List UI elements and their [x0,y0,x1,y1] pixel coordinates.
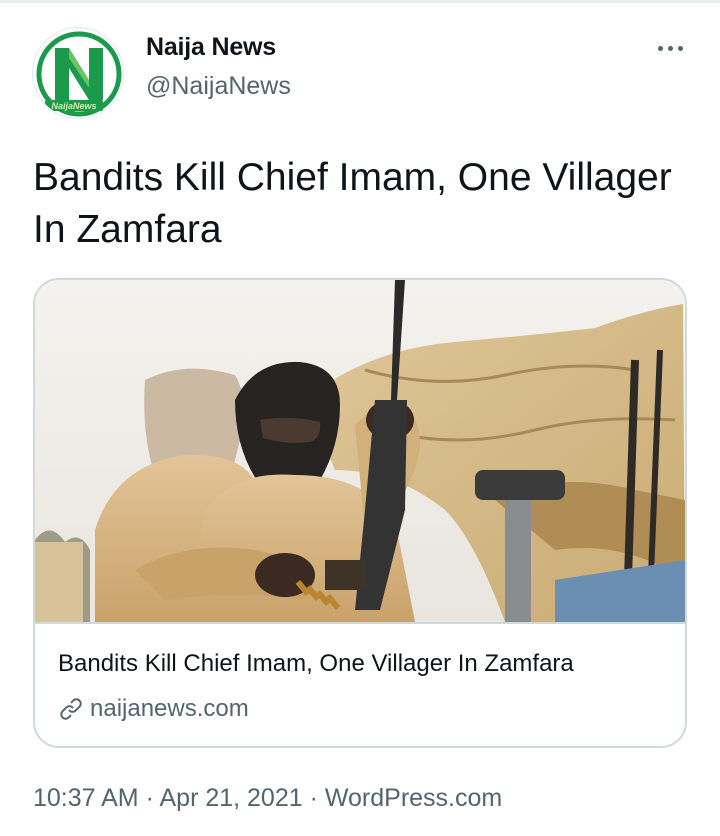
svg-text:NaijaNews: NaijaNews [51,101,96,111]
tweet-source-link[interactable]: WordPress.com [325,784,502,812]
card-domain-row[interactable]: naijanews.com [58,694,249,724]
card-divider [35,622,685,624]
tweet-date[interactable]: Apr 21, 2021 [159,784,302,812]
more-options-button[interactable] [648,34,692,62]
link-icon [60,698,82,720]
avatar[interactable]: NaijaNews [32,27,124,119]
card-domain: naijanews.com [90,695,249,722]
meta-separator: · [302,784,325,812]
top-divider [0,0,720,3]
tweet-meta: 10:37 AM · Apr 21, 2021 · WordPress.com [33,784,502,813]
more-dot-icon [657,45,663,51]
more-dot-icon [677,45,683,51]
naija-news-logo-icon: NaijaNews [33,28,123,118]
tweet-text: Bandits Kill Chief Imam, One Villager In… [33,156,672,251]
display-name[interactable]: Naija News [146,33,276,62]
tweet-time[interactable]: 10:37 AM [33,784,139,812]
link-card[interactable]: Bandits Kill Chief Imam, One Villager In… [33,278,687,748]
bandits-photo [35,280,685,622]
meta-separator: · [138,784,160,812]
card-title[interactable]: Bandits Kill Chief Imam, One Villager In… [58,650,574,678]
card-image[interactable] [35,280,685,622]
user-handle[interactable]: @NaijaNews [146,72,291,101]
more-dot-icon [667,45,673,51]
tweet: NaijaNews Naija News @NaijaNews Bandits … [0,0,720,836]
